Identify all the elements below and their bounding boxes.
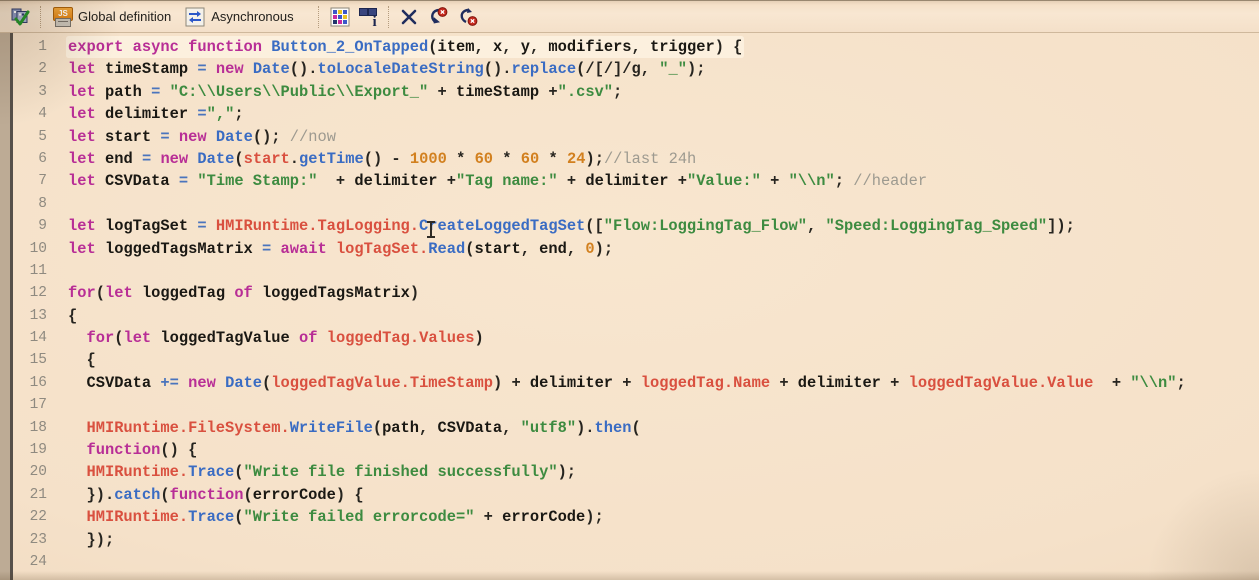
code-line[interactable]: 11	[13, 260, 1259, 282]
code-text: for(let loggedTag of loggedTagsMatrix)	[68, 284, 420, 303]
script-editor-window: JS Global definition Asynchronous i 1 ex…	[0, 0, 1259, 580]
delete-button[interactable]	[396, 6, 422, 28]
line-number: 19	[29, 442, 47, 459]
line-number: 10	[29, 240, 47, 257]
code-text: let delimiter =",";	[68, 105, 244, 124]
global-definition-label: Global definition	[78, 9, 172, 24]
line-number: 4	[38, 106, 47, 123]
line-number: 3	[38, 83, 47, 100]
code-line[interactable]: 12 for(let loggedTag of loggedTagsMatrix)	[13, 282, 1259, 304]
code-line[interactable]: 22 HMIRuntime.Trace("Write failed errorc…	[13, 506, 1259, 528]
editor-left-margin	[0, 33, 10, 580]
validate-script-button[interactable]	[6, 5, 34, 29]
line-number: 7	[38, 173, 47, 190]
next-error-arrow-icon	[456, 7, 478, 27]
code-text: HMIRuntime.Trace("Write file finished su…	[86, 463, 577, 482]
script-editor-toolbar: JS Global definition Asynchronous i	[0, 0, 1259, 33]
code-text: HMIRuntime.FileSystem.WriteFile(path, CS…	[86, 418, 641, 437]
code-line[interactable]: 6 let end = new Date(start.getTime() - 10…	[13, 148, 1259, 170]
line-number: 12	[29, 285, 47, 302]
code-text: let timeStamp = new Date().toLocaleDateS…	[68, 60, 706, 79]
line-number: 8	[38, 195, 47, 212]
code-text: function() {	[86, 441, 198, 460]
code-text: for(let loggedTagValue of loggedTag.Valu…	[86, 329, 484, 348]
code-line[interactable]: 8	[13, 193, 1259, 215]
line-number: 20	[29, 464, 47, 481]
code-text: {	[68, 306, 78, 325]
line-number: 21	[29, 486, 47, 503]
code-text: }).catch(function(errorCode) {	[68, 485, 364, 504]
snippets-button[interactable]	[326, 5, 354, 29]
code-editor[interactable]: 1 export async function Button_2_OnTapped…	[13, 36, 1259, 580]
delete-x-icon	[400, 8, 418, 26]
code-line[interactable]: 23 });	[13, 529, 1259, 551]
code-line[interactable]: 9 let logTagSet = HMIRuntime.TagLogging.C…	[13, 215, 1259, 237]
code-text: let path = "C:\\Users\\Public\\Export_" …	[68, 82, 623, 101]
line-number: 1	[38, 39, 47, 55]
code-line[interactable]: 15 {	[13, 349, 1259, 371]
validate-icon	[10, 7, 30, 27]
line-number: 15	[29, 352, 47, 369]
code-text: export async function Button_2_OnTapped(…	[47, 36, 743, 58]
global-definition-button[interactable]: JS Global definition	[48, 5, 181, 29]
asynchronous-icon	[185, 7, 205, 27]
line-number: 17	[29, 397, 47, 414]
toolbar-separator	[387, 5, 390, 28]
code-line[interactable]: 17	[13, 394, 1259, 416]
code-line[interactable]: 21 }).catch(function(errorCode) {	[13, 484, 1259, 506]
line-number: 11	[29, 262, 47, 279]
line-number: 2	[38, 61, 47, 78]
line-number: 9	[38, 218, 47, 235]
code-text: let CSVData = "Time Stamp:" + delimiter …	[68, 172, 928, 191]
code-line[interactable]: 18 HMIRuntime.FileSystem.WriteFile(path,…	[13, 417, 1259, 439]
code-text: let logTagSet = HMIRuntime.TagLogging.Cr…	[68, 217, 1075, 236]
line-number: 18	[29, 419, 47, 436]
code-line[interactable]: 10 let loggedTagsMatrix = await logTagSet…	[13, 238, 1259, 260]
current-line-highlight: export async function Button_2_OnTapped(…	[68, 38, 743, 56]
code-text: {	[68, 351, 96, 370]
line-number: 13	[29, 307, 47, 324]
toolbar-separator	[40, 5, 42, 28]
previous-error-arrow-icon	[426, 6, 448, 27]
code-line[interactable]: 14 for(let loggedTagValue of loggedTag.V…	[13, 327, 1259, 349]
line-number: 16	[29, 374, 47, 391]
code-line[interactable]: 2 let timeStamp = new Date().toLocaleDate…	[13, 58, 1259, 80]
code-line[interactable]: 13 {	[13, 305, 1259, 327]
snippet-grid-icon	[330, 7, 350, 27]
code-line[interactable]: 5 let start = new Date(); //now	[13, 126, 1259, 148]
code-line[interactable]: 20 HMIRuntime.Trace("Write file finished…	[13, 461, 1259, 483]
asynchronous-label: Asynchronous	[211, 9, 294, 24]
code-text: CSVData += new Date(loggedTagValue.TimeS…	[86, 373, 1186, 392]
go-to-next-error-button[interactable]	[452, 5, 482, 29]
asynchronous-button[interactable]: Asynchronous	[181, 5, 303, 29]
code-text: HMIRuntime.Trace("Write failed errorcode…	[86, 508, 604, 527]
js-global-definition-icon: JS	[52, 6, 73, 27]
system-info-icon: i	[358, 7, 378, 29]
line-number: 5	[38, 128, 47, 145]
code-line[interactable]: 24	[13, 551, 1259, 573]
line-number: 14	[29, 330, 47, 347]
code-text: let loggedTagsMatrix = await logTagSet.R…	[68, 239, 614, 258]
line-number: 22	[29, 509, 47, 526]
code-text: });	[68, 530, 115, 549]
line-number: 24	[29, 553, 47, 570]
go-to-previous-error-button[interactable]	[422, 5, 452, 29]
code-line[interactable]: 1 export async function Button_2_OnTapped…	[13, 36, 1259, 58]
system-functions-button[interactable]: i	[354, 5, 382, 29]
toolbar-separator	[317, 5, 320, 28]
code-line[interactable]: 3 let path = "C:\\Users\\Public\\Export_"…	[13, 81, 1259, 103]
line-number: 6	[38, 150, 47, 167]
code-text: let end = new Date(start.getTime() - 100…	[68, 149, 697, 168]
code-text: let start = new Date(); //now	[68, 127, 336, 146]
code-line[interactable]: 16 CSVData += new Date(loggedTagValue.Ti…	[13, 372, 1259, 394]
code-line[interactable]: 4 let delimiter =",";	[13, 103, 1259, 125]
line-number: 23	[29, 531, 47, 548]
code-line[interactable]: 19 function() {	[13, 439, 1259, 461]
code-line[interactable]: 7 let CSVData = "Time Stamp:" + delimiter…	[13, 170, 1259, 192]
